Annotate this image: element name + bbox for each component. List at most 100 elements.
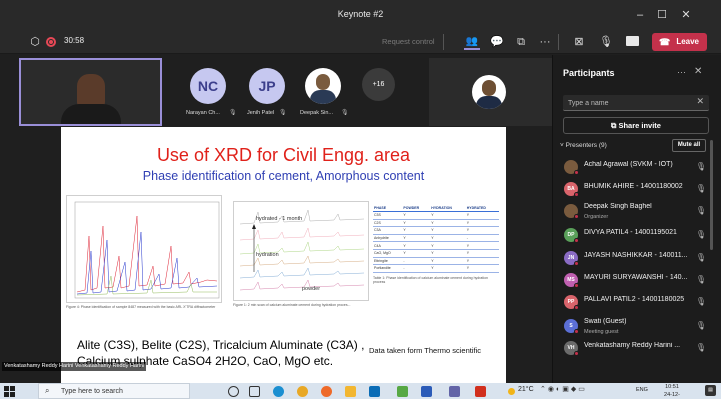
presence-status-icon bbox=[574, 305, 579, 310]
participant-row[interactable]: JN JAYASH NASHIKKAR - 140011... 🎙 bbox=[560, 248, 710, 270]
table-cell: Y bbox=[403, 251, 406, 256]
participant-row[interactable]: PP PALLAVI PATIL2 - 14001180025 🎙 bbox=[560, 292, 710, 314]
participant-row[interactable]: BA BHUMIK AHIRE - 14001180002 🎙 bbox=[560, 179, 710, 201]
participant-avatar-photo[interactable] bbox=[305, 68, 341, 104]
file-explorer-icon[interactable] bbox=[345, 386, 356, 397]
camera-off-icon[interactable]: ⊠ bbox=[571, 34, 587, 50]
speaker-body bbox=[61, 104, 121, 124]
participant-search[interactable]: ✕ bbox=[563, 95, 709, 111]
mail-icon[interactable] bbox=[369, 386, 380, 397]
windows-start-icon[interactable] bbox=[3, 385, 15, 397]
shield-icon[interactable]: ⬡ bbox=[27, 34, 43, 50]
mic-off-icon[interactable]: 🎙 bbox=[696, 230, 706, 239]
more-actions-icon[interactable]: ··· bbox=[537, 34, 553, 50]
presenters-count: Presenters (9) bbox=[565, 142, 607, 149]
panel-scrollbar[interactable] bbox=[710, 140, 713, 250]
acrobat-icon[interactable] bbox=[475, 386, 486, 397]
participant-avatar[interactable]: JP bbox=[249, 68, 285, 104]
slide-title: Use of XRD for Civil Engg. area bbox=[156, 145, 411, 165]
table-cell: Y bbox=[431, 251, 434, 256]
participant-name: PALLAVI PATIL2 - 14001180025 bbox=[584, 296, 685, 303]
mic-off-icon[interactable]: 🎙 bbox=[696, 297, 706, 306]
input-language[interactable]: ENG bbox=[636, 387, 648, 393]
photo-body bbox=[310, 90, 336, 104]
table-row: Portlandite - Y Y bbox=[373, 265, 499, 273]
weather-icon bbox=[508, 388, 515, 395]
presence-status-icon bbox=[574, 329, 579, 334]
table-cell: Y bbox=[403, 243, 406, 248]
participant-row[interactable]: S Swati (Guest) Meeting guest 🎙 bbox=[560, 316, 710, 338]
mic-off-icon[interactable]: 🎙 bbox=[696, 206, 706, 215]
leave-button[interactable]: ☎ Leave bbox=[652, 33, 707, 51]
share-invite-label: Share invite bbox=[618, 121, 661, 130]
mic-off-icon[interactable]: 🎙 bbox=[696, 343, 706, 352]
cortana-icon[interactable] bbox=[228, 386, 239, 397]
chrome-icon[interactable] bbox=[297, 386, 308, 397]
breakout-rooms-icon[interactable]: ⧉ bbox=[513, 34, 529, 50]
participant-name: Jenih Patel bbox=[247, 110, 275, 116]
table-row: C3S Y Y Y bbox=[373, 212, 499, 220]
minimize-icon[interactable]: – bbox=[632, 7, 648, 23]
close-icon[interactable]: ✕ bbox=[678, 7, 694, 23]
teams-icon[interactable] bbox=[449, 386, 460, 397]
word-icon[interactable] bbox=[421, 386, 432, 397]
table-cell: Y bbox=[431, 220, 434, 225]
share-invite-button[interactable]: ⧉ Share invite bbox=[563, 117, 709, 134]
xrd-figure-2: hydrated - 1 month hydration powder bbox=[233, 201, 369, 301]
close-panel-icon[interactable]: ✕ bbox=[694, 66, 702, 77]
clear-search-icon[interactable]: ✕ bbox=[696, 96, 704, 107]
taskbar-search[interactable]: ⌕ Type here to search bbox=[38, 383, 190, 399]
participant-name: JAYASH NASHIKKAR - 140011... bbox=[584, 252, 688, 259]
mic-off-icon[interactable]: 🎙 bbox=[696, 253, 706, 262]
table-cell: Y bbox=[466, 258, 470, 263]
maximize-icon[interactable]: ☐ bbox=[654, 7, 670, 23]
notifications-icon[interactable]: ▤ bbox=[705, 385, 716, 396]
photo-head bbox=[316, 74, 330, 90]
weather-temperature[interactable]: 21°C bbox=[518, 386, 534, 393]
mic-off-icon[interactable]: 🎙 bbox=[696, 184, 706, 193]
mic-off-icon[interactable]: 🎙 bbox=[696, 275, 706, 284]
table-cell: Y bbox=[403, 220, 406, 225]
participant-row[interactable]: Deepak Singh Baghel Organizer 🎙 bbox=[560, 201, 710, 223]
participant-search-input[interactable] bbox=[568, 97, 688, 109]
panel-title: Participants bbox=[563, 68, 615, 78]
edge-icon[interactable] bbox=[273, 386, 284, 397]
mic-off-icon[interactable]: 🎙 bbox=[696, 321, 706, 330]
participant-row[interactable]: Achal Agrawal (SVKM - IOT) 🎙 bbox=[560, 157, 710, 179]
photo-head bbox=[482, 80, 496, 96]
firefox-icon[interactable] bbox=[321, 386, 332, 397]
participants-icon[interactable]: 👥 bbox=[464, 34, 480, 50]
system-tray-icons[interactable]: ⌃◉◐▣◆▭ bbox=[540, 385, 587, 393]
speaker-video-tile[interactable] bbox=[19, 58, 162, 126]
table-cell: Y bbox=[466, 251, 470, 256]
table-cell: Y bbox=[466, 213, 470, 218]
mic-off-icon[interactable]: 🎙 bbox=[598, 34, 614, 50]
share-screen-icon[interactable] bbox=[626, 36, 639, 46]
table-cell: Anhydrite bbox=[374, 236, 389, 241]
mic-off-icon: 🎙 bbox=[229, 110, 237, 116]
mic-off-icon[interactable]: 🎙 bbox=[696, 162, 706, 171]
table-caption: Table 1: Phase identification of calcium… bbox=[373, 275, 488, 285]
mute-all-button[interactable]: Mute all bbox=[672, 139, 706, 152]
request-control-button[interactable]: Request control bbox=[382, 37, 435, 46]
participant-row[interactable]: MS MAYURI SURYAWANSHI - 140... 🎙 bbox=[560, 270, 710, 292]
taskbar-search-text: Type here to search bbox=[61, 388, 123, 395]
chart-app-icon[interactable] bbox=[397, 386, 408, 397]
recording-icon bbox=[46, 37, 56, 47]
participant-avatar[interactable]: NC bbox=[190, 68, 226, 104]
speaker-head bbox=[77, 74, 105, 108]
participant-name: BHUMIK AHIRE - 14001180002 bbox=[584, 183, 683, 190]
table-cell: - bbox=[466, 236, 468, 241]
more-options-icon[interactable]: ··· bbox=[677, 67, 686, 77]
table-cell: Y bbox=[431, 258, 434, 263]
participant-row[interactable]: VH Venkatashamy Reddy Harini ... 🎙 bbox=[560, 338, 710, 360]
clock[interactable]: 10:51 24-12-2021 bbox=[660, 383, 684, 399]
pinned-participant-tile[interactable] bbox=[429, 58, 552, 126]
overflow-participants-button[interactable]: +16 bbox=[362, 68, 395, 101]
presenters-section-header[interactable]: ˅ Presenters (9) bbox=[560, 142, 607, 149]
participant-row[interactable]: DP DIVYA PATIL4 - 14001195021 🎙 bbox=[560, 225, 710, 247]
chat-icon[interactable]: 💬 bbox=[489, 34, 505, 50]
table-cell: Y bbox=[431, 213, 434, 218]
task-view-icon[interactable] bbox=[249, 386, 260, 397]
shared-slide: Use of XRD for Civil Engg. area Phase id… bbox=[61, 127, 506, 383]
